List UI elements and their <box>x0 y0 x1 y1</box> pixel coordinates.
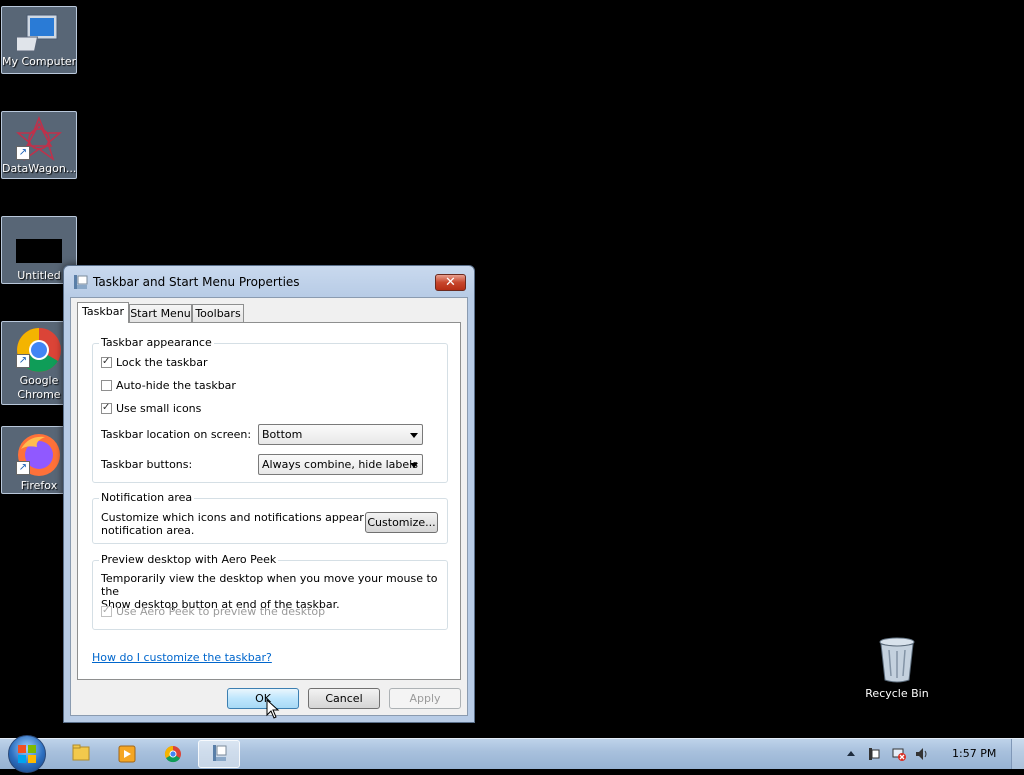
description-line: Temporarily view the desktop when you mo… <box>101 572 438 598</box>
select-value: Bottom <box>262 428 303 441</box>
small-icons-checkbox-row[interactable]: Use small icons <box>101 401 202 416</box>
desktop-icon-label: Google Chrome <box>17 374 61 401</box>
lock-taskbar-checkbox-row[interactable]: Lock the taskbar <box>101 355 208 370</box>
checkbox-label: Auto-hide the taskbar <box>116 379 236 392</box>
taskbar-buttons-label: Taskbar buttons: <box>101 458 193 471</box>
network-icon[interactable] <box>891 746 907 762</box>
dialog-client-area: Taskbar Start Menu Toolbars Taskbar appe… <box>70 297 468 716</box>
description-line: Customize which icons and notifications … <box>101 511 399 524</box>
tab-taskbar[interactable]: Taskbar <box>77 302 129 323</box>
tab-toolbars[interactable]: Toolbars <box>192 304 244 323</box>
tab-label: Toolbars <box>195 307 241 320</box>
mouse-cursor-icon <box>266 699 280 719</box>
computer-icon <box>17 14 58 52</box>
checkbox-label: Use Aero Peek to preview the desktop <box>116 605 326 618</box>
start-button[interactable] <box>8 735 46 773</box>
customize-button[interactable]: Customize... <box>365 512 438 533</box>
description-line: notification area. <box>101 524 195 537</box>
taskbar-item-chrome[interactable] <box>152 740 194 768</box>
taskbar-properties-icon <box>213 745 227 761</box>
desktop-icon-recycle-bin[interactable]: Recycle Bin <box>862 636 932 700</box>
desktop-icon-my-computer[interactable]: My Computer <box>1 6 77 74</box>
shortcut-arrow-icon: ↗ <box>16 461 30 475</box>
volume-icon[interactable] <box>914 746 930 762</box>
group-taskbar-appearance: Taskbar appearance Lock the taskbar Auto… <box>92 336 448 483</box>
group-notification-area: Notification area Customize which icons … <box>92 491 448 544</box>
desktop-icon-datawagon[interactable]: ↗ DataWagon... <box>1 111 77 179</box>
aero-peek-checkbox-row: Use Aero Peek to preview the desktop <box>101 604 326 619</box>
checkbox-label: Lock the taskbar <box>116 356 208 369</box>
taskbar-buttons-select[interactable]: Always combine, hide labels <box>258 454 423 475</box>
close-icon: ✕ <box>445 275 456 290</box>
dialog-title: Taskbar and Start Menu Properties <box>93 275 300 289</box>
desktop-icon-label: DataWagon... <box>2 162 76 175</box>
taskbar-location-select[interactable]: Bottom <box>258 424 423 445</box>
lock-taskbar-checkbox[interactable] <box>101 355 112 369</box>
document-icon <box>16 239 62 263</box>
auto-hide-checkbox-row[interactable]: Auto-hide the taskbar <box>101 379 236 393</box>
show-desktop-button[interactable] <box>1011 739 1024 769</box>
taskbar: 1:57 PM <box>0 735 1024 773</box>
shortcut-arrow-icon: ↗ <box>16 146 30 160</box>
tab-label: Taskbar <box>82 305 124 318</box>
checkbox-label: Use small icons <box>116 402 202 415</box>
auto-hide-checkbox[interactable] <box>101 380 112 391</box>
media-player-icon <box>118 745 136 763</box>
taskbar-location-label: Taskbar location on screen: <box>101 428 252 441</box>
desktop-icon-label: Recycle Bin <box>865 687 929 700</box>
taskbar-item-media-player[interactable] <box>106 740 148 768</box>
group-title: Taskbar appearance <box>99 336 214 349</box>
show-hidden-icons-icon[interactable] <box>846 749 856 759</box>
file-explorer-icon <box>72 744 90 761</box>
select-value: Always combine, hide labels <box>262 458 418 471</box>
tab-panel-taskbar: Taskbar appearance Lock the taskbar Auto… <box>77 322 461 680</box>
shortcut-arrow-icon: ↗ <box>16 354 30 368</box>
close-button[interactable]: ✕ <box>435 274 466 291</box>
group-title: Notification area <box>99 491 195 504</box>
group-aero-peek: Preview desktop with Aero Peek Temporari… <box>92 553 448 630</box>
ok-button[interactable]: OK <box>227 688 299 709</box>
dialog-titlebar[interactable]: Taskbar and Start Menu Properties ✕ <box>64 266 474 298</box>
recycle-bin-icon <box>879 637 915 683</box>
cancel-button[interactable]: Cancel <box>308 688 380 709</box>
taskbar-properties-dialog: Taskbar and Start Menu Properties ✕ Task… <box>63 265 475 723</box>
apply-button: Apply <box>389 688 461 709</box>
dropdown-arrow-icon <box>410 433 418 438</box>
taskbar-item-taskbar-properties[interactable] <box>198 740 240 768</box>
small-icons-checkbox[interactable] <box>101 401 112 415</box>
aero-peek-checkbox <box>101 604 112 618</box>
desktop-icon-label: My Computer <box>2 55 76 68</box>
windows-logo-icon <box>18 745 36 763</box>
chrome-icon <box>164 745 181 763</box>
group-title: Preview desktop with Aero Peek <box>99 553 279 566</box>
dropdown-arrow-icon <box>410 463 418 468</box>
taskbar-clock[interactable]: 1:57 PM <box>952 747 996 760</box>
taskbar-properties-icon <box>74 275 88 289</box>
tab-label: Start Menu <box>130 307 191 320</box>
notification-description: Customize which icons and notifications … <box>101 511 399 537</box>
action-center-icon[interactable] <box>866 746 882 762</box>
help-link[interactable]: How do I customize the taskbar? <box>92 651 272 664</box>
tab-start-menu[interactable]: Start Menu <box>129 304 192 323</box>
taskbar-item-explorer[interactable] <box>60 740 102 768</box>
